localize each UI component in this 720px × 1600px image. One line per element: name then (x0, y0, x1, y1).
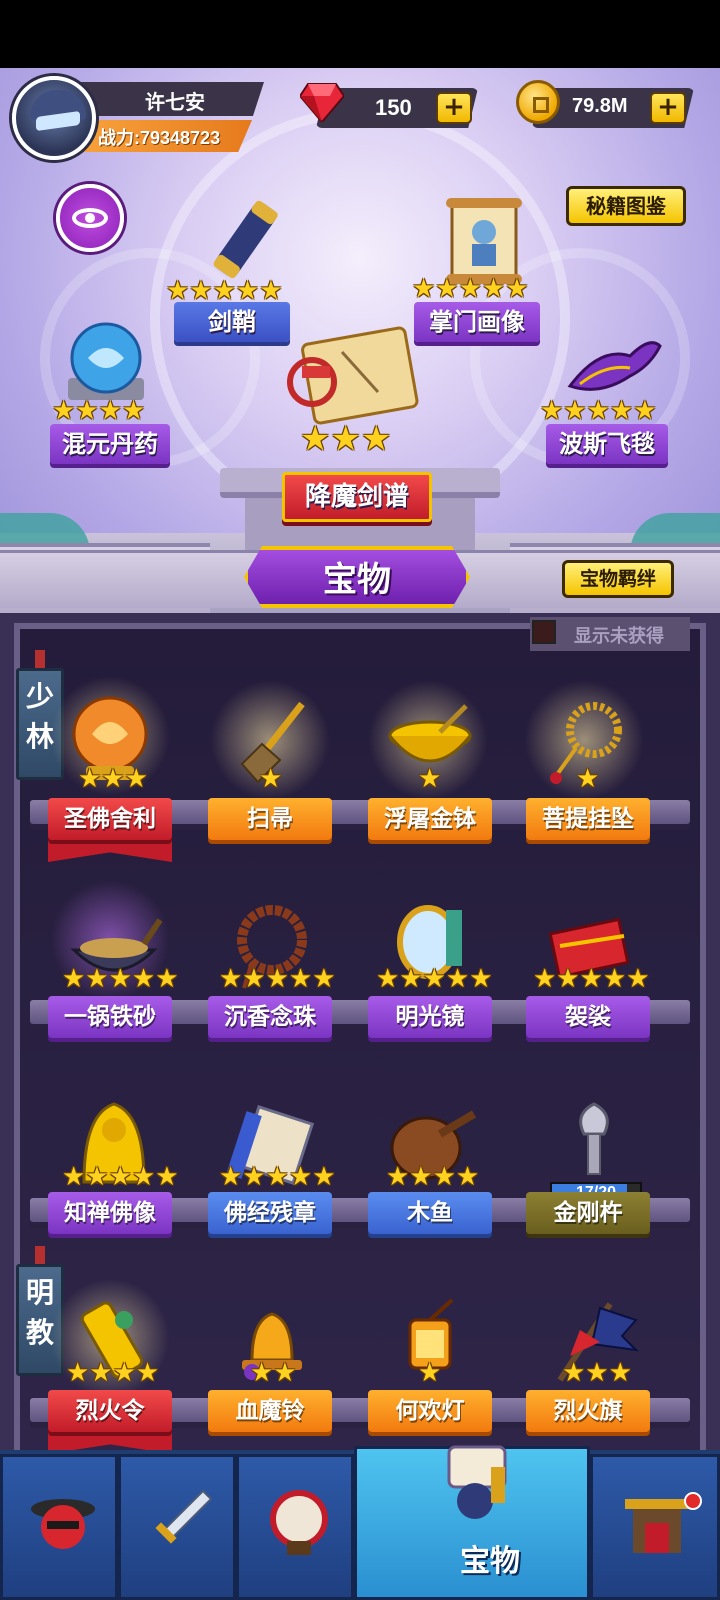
item-label[interactable]: 明光镜 (368, 996, 492, 1038)
item-label[interactable]: 何欢灯 (368, 1390, 492, 1432)
add-gold-button[interactable]: + (650, 92, 686, 124)
item-label[interactable]: 佛经残章 (208, 1192, 332, 1234)
pupil-icon (85, 213, 95, 223)
player-name: 许七安 (145, 92, 205, 114)
manual-label: 降魔剑谱 (282, 472, 432, 522)
item-label[interactable]: 血魔铃 (208, 1390, 332, 1432)
flying-carpet-icon[interactable] (560, 326, 670, 406)
item-stars: ★ (259, 764, 283, 794)
item-label[interactable]: 圣佛舍利 (48, 798, 172, 840)
item-label[interactable]: 烈火令 (48, 1390, 172, 1432)
masked-hero-icon (31, 1499, 95, 1549)
treasure-bond-button[interactable]: 宝物羁绊 (562, 560, 674, 598)
nav-tab-treasure-label: 宝物 (460, 1544, 520, 1579)
item-label[interactable]: 扫帚 (208, 798, 332, 840)
treasure-tab-title: 宝物 (323, 560, 391, 600)
gold-count: 79.8M (572, 95, 628, 117)
item-label[interactable]: 一锅铁砂 (48, 996, 172, 1038)
portrait-label: 掌门画像 (414, 302, 540, 342)
item-label[interactable]: 浮屠金钵 (368, 798, 492, 840)
orb-stars: ★★★★ (52, 396, 146, 426)
orb-label: 混元丹药 (50, 424, 170, 464)
vajra-icon[interactable] (544, 1094, 644, 1194)
item-stars: ★★★★★ (62, 1162, 179, 1192)
item-label[interactable]: 沉香念珠 (208, 996, 332, 1038)
nav-tab-hero[interactable] (0, 1454, 118, 1600)
portrait-stars: ★★★★★ (412, 274, 529, 304)
item-stars: ★ (418, 1358, 442, 1388)
status-bar (0, 0, 720, 68)
temple-gate-icon (625, 1499, 689, 1553)
power-value: 战力:79348723 (98, 128, 221, 148)
item-stars: ★ (576, 764, 600, 794)
view-eye-button[interactable] (56, 184, 124, 252)
item-stars: ★★★ (78, 764, 148, 794)
show-unobtained-label: 显示未获得 (574, 626, 664, 647)
add-gems-button[interactable]: + (436, 92, 472, 124)
scabbard-icon[interactable] (192, 198, 292, 288)
item-stars: ★★★★★ (219, 964, 336, 994)
item-label[interactable]: 烈火旗 (526, 1390, 650, 1432)
item-stars: ★ (418, 764, 442, 794)
item-label[interactable]: 袈裟 (526, 996, 650, 1038)
orb-elixir-icon[interactable] (58, 318, 154, 408)
item-label[interactable]: 知禅佛像 (48, 1192, 172, 1234)
item-stars: ★★★★★ (62, 964, 179, 994)
item-label[interactable]: 金刚杵 (526, 1192, 650, 1234)
item-stars: ★★ (250, 1358, 297, 1388)
gold-coin-icon (516, 80, 560, 124)
manual-stars: ★★★ (300, 419, 392, 459)
item-stars: ★★★★ (66, 1358, 160, 1388)
scabbard-label: 剑鞘 (174, 302, 290, 342)
nav-tab-sect[interactable] (590, 1454, 720, 1600)
item-stars: ★★★ (562, 1358, 632, 1388)
nav-tab-equipment[interactable] (118, 1454, 236, 1600)
gem-count: 150 (375, 95, 412, 120)
portrait-scroll-icon[interactable] (432, 196, 532, 286)
nav-tab-battle[interactable] (236, 1454, 354, 1600)
sword-manual-icon[interactable] (282, 322, 432, 432)
item-stars: ★★★★★ (376, 964, 493, 994)
item-label[interactable]: 菩提挂坠 (526, 798, 650, 840)
item-stars: ★★★★ (386, 1162, 480, 1192)
notification-dot (684, 1492, 702, 1510)
carpet-label: 波斯飞毯 (546, 424, 668, 464)
scabbard-stars: ★★★★★ (166, 276, 283, 306)
treasure-scroll-icon (447, 1445, 507, 1519)
item-stars: ★★★★★ (219, 1162, 336, 1192)
secret-guide-button[interactable]: 秘籍图鉴 (566, 186, 686, 226)
item-label[interactable]: 木鱼 (368, 1192, 492, 1234)
unobtained-checkbox[interactable] (532, 620, 556, 644)
carpet-stars: ★★★★★ (540, 396, 657, 426)
player-avatar[interactable] (12, 76, 96, 160)
sword-icon (155, 1489, 213, 1544)
ruby-gem-icon (300, 83, 344, 122)
war-drum-icon (270, 1490, 328, 1555)
item-stars: ★★★★★ (533, 964, 650, 994)
